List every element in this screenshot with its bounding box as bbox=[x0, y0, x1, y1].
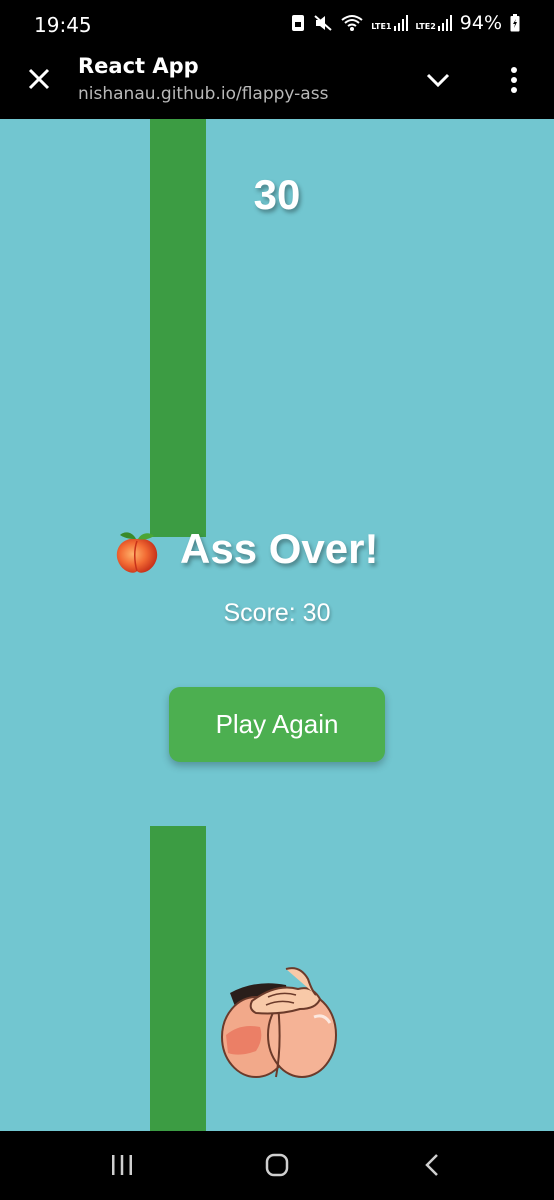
sim2-label: LTE2 bbox=[415, 22, 436, 31]
recents-button[interactable] bbox=[102, 1149, 142, 1181]
sim1-label: LTE1 bbox=[371, 22, 392, 31]
system-navigation-bar bbox=[0, 1131, 554, 1200]
more-menu-button[interactable] bbox=[498, 62, 530, 98]
player-sprite bbox=[221, 967, 337, 1078]
sim2-indicator: LTE2 bbox=[416, 15, 452, 31]
browser-toolbar: React App nishanau.github.io/flappy-ass bbox=[0, 48, 554, 119]
back-icon bbox=[425, 1154, 438, 1176]
live-score: 30 bbox=[253, 171, 301, 218]
lock-icon bbox=[292, 15, 305, 31]
battery-percent: 94% bbox=[459, 12, 502, 34]
status-bar: 19:45 LTE1 LTE2 94% bbox=[0, 0, 554, 48]
home-button[interactable] bbox=[257, 1149, 297, 1181]
home-icon bbox=[265, 1153, 289, 1177]
close-icon bbox=[28, 68, 50, 90]
sim1-indicator: LTE1 bbox=[371, 15, 408, 31]
page-title: React App bbox=[78, 54, 199, 78]
signal-icon bbox=[437, 15, 452, 31]
back-button[interactable] bbox=[412, 1149, 452, 1181]
wifi-icon bbox=[341, 15, 363, 31]
expand-button[interactable] bbox=[420, 62, 456, 98]
game-over-banner: Ass Over! bbox=[112, 521, 378, 577]
final-score: Score: 30 bbox=[223, 599, 331, 627]
status-icons: LTE1 LTE2 94% bbox=[291, 12, 520, 34]
status-time: 19:45 bbox=[34, 13, 92, 37]
chevron-down-icon bbox=[426, 73, 450, 87]
close-button[interactable] bbox=[20, 60, 58, 98]
mute-icon bbox=[314, 15, 332, 31]
pipe-bottom bbox=[150, 826, 206, 1131]
signal-icon bbox=[393, 15, 408, 31]
game-over-title: Ass Over! bbox=[180, 525, 379, 572]
more-vert-icon bbox=[511, 67, 517, 93]
page-url[interactable]: nishanau.github.io/flappy-ass bbox=[78, 84, 328, 104]
peach-icon bbox=[116, 532, 158, 573]
battery-icon bbox=[510, 14, 520, 32]
recents-icon bbox=[112, 1155, 132, 1175]
play-again-button[interactable]: Play Again bbox=[169, 687, 385, 762]
game-canvas[interactable]: 30 Ass Over! Score: 30 Play Again bbox=[0, 119, 554, 1131]
